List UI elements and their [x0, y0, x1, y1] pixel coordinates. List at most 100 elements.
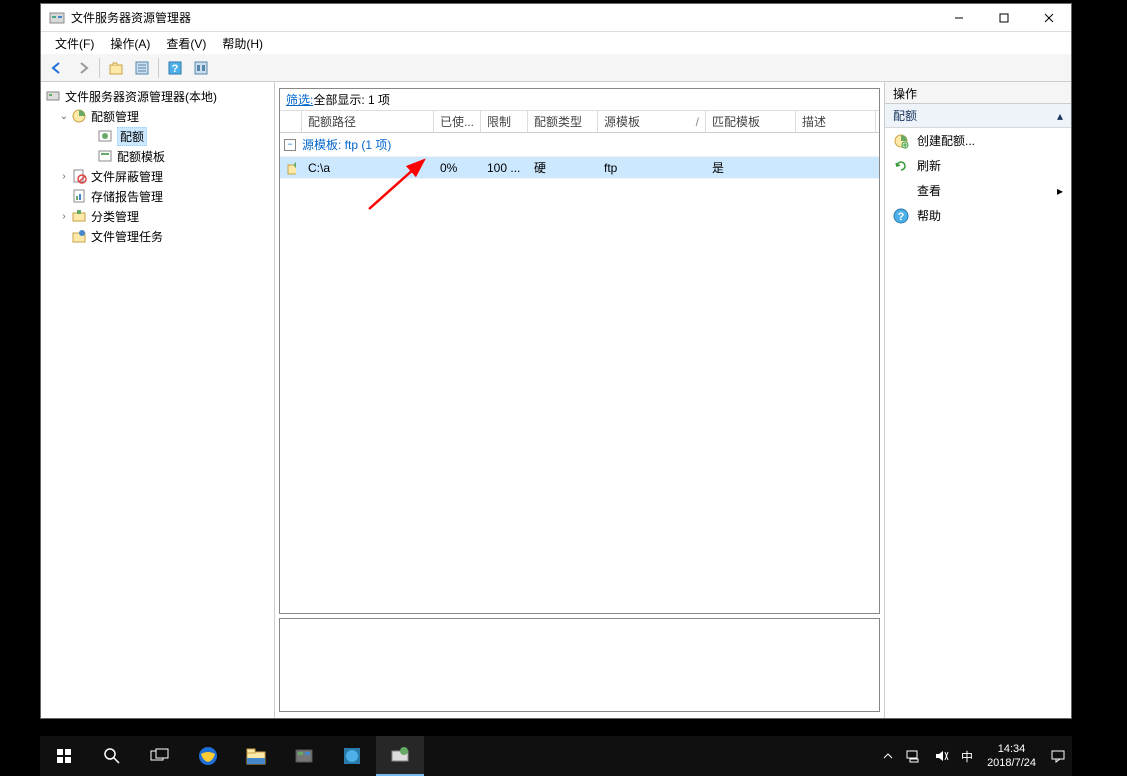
system-tray: 中 14:34 2018/7/24 — [877, 736, 1072, 776]
tree-root[interactable]: 文件服务器资源管理器(本地) — [43, 86, 272, 106]
tree-quota[interactable]: 配额 — [43, 126, 272, 146]
forward-button[interactable] — [71, 56, 95, 80]
menu-action[interactable]: 操作(A) — [102, 33, 158, 54]
body-area: 文件服务器资源管理器(本地) ⌄ 配额管理 配额 配额模板 › 文件屏蔽管理 — [41, 82, 1071, 718]
expander-open-icon[interactable]: ⌄ — [57, 109, 71, 123]
task-ie[interactable] — [184, 736, 232, 776]
tree-label: 分类管理 — [91, 208, 139, 225]
quota-mgmt-icon — [71, 108, 87, 124]
collapse-icon[interactable]: ▴ — [1057, 109, 1063, 123]
properties-button[interactable] — [130, 56, 154, 80]
row-icon — [280, 160, 302, 176]
tree-panel: 文件服务器资源管理器(本地) ⌄ 配额管理 配额 配额模板 › 文件屏蔽管理 — [41, 82, 275, 718]
taskview-button[interactable] — [136, 736, 184, 776]
column-source-template[interactable]: 源模板/ — [598, 111, 706, 132]
action-create-quota[interactable]: 创建配额... — [885, 128, 1071, 153]
maximize-button[interactable] — [981, 4, 1026, 32]
toolbar-separator — [158, 58, 159, 78]
search-button[interactable] — [88, 736, 136, 776]
task-iis[interactable] — [328, 736, 376, 776]
taskbar: 中 14:34 2018/7/24 — [40, 736, 1072, 776]
menu-help[interactable]: 帮助(H) — [214, 33, 271, 54]
column-used[interactable]: 已使... — [434, 111, 481, 132]
cell-path: C:\a — [302, 161, 434, 175]
tray-network-icon[interactable] — [899, 736, 927, 776]
tree-label: 文件管理任务 — [91, 228, 163, 245]
main-window: 文件服务器资源管理器 文件(F) 操作(A) 查看(V) 帮助(H) ? 文件服… — [40, 3, 1072, 719]
action-view[interactable]: 查看 ▸ — [885, 178, 1071, 203]
tray-time: 14:34 — [998, 742, 1026, 756]
file-screen-icon — [71, 168, 87, 184]
titlebar: 文件服务器资源管理器 — [41, 4, 1071, 32]
expander-closed-icon[interactable]: › — [57, 169, 71, 183]
group-label: 源模板: ftp (1 项) — [302, 136, 391, 153]
task-fsrm[interactable] — [376, 736, 424, 776]
detail-pane — [279, 618, 880, 712]
app-icon — [49, 10, 65, 26]
column-path[interactable]: 配额路径 — [302, 111, 434, 132]
tray-clock[interactable]: 14:34 2018/7/24 — [979, 742, 1044, 770]
column-match-template[interactable]: 匹配模板 — [706, 111, 796, 132]
column-type[interactable]: 配额类型 — [528, 111, 598, 132]
grid-header: 配额路径 已使... 限制 配额类型 源模板/ 匹配模板 描述 — [280, 111, 879, 133]
filter-text: 全部显示: 1 项 — [313, 91, 390, 108]
tray-overflow[interactable] — [877, 736, 899, 776]
tree-quota-mgmt[interactable]: ⌄ 配额管理 — [43, 106, 272, 126]
expander-closed-icon[interactable]: › — [57, 209, 71, 223]
cell-type: 硬 — [528, 159, 598, 176]
filter-row: 筛选: 全部显示: 1 项 — [280, 89, 879, 111]
column-icon[interactable] — [280, 111, 302, 132]
action-help[interactable]: ? 帮助 — [885, 203, 1071, 228]
reports-icon — [71, 188, 87, 204]
group-row[interactable]: − 源模板: ftp (1 项) — [280, 133, 879, 157]
close-button[interactable] — [1026, 4, 1071, 32]
actions-section-header[interactable]: 配额 ▴ — [885, 104, 1071, 128]
tray-date: 2018/7/24 — [987, 756, 1036, 770]
actions-header: 操作 — [885, 82, 1071, 104]
tree-label: 配额 — [117, 127, 147, 146]
tasks-icon — [71, 228, 87, 244]
table-row[interactable]: C:\a 0% 100 ... 硬 ftp 是 — [280, 157, 879, 179]
cell-limit: 100 ... — [481, 161, 528, 175]
task-explorer[interactable] — [232, 736, 280, 776]
task-server-manager[interactable] — [280, 736, 328, 776]
help-button[interactable]: ? — [163, 56, 187, 80]
grid-body[interactable]: − 源模板: ftp (1 项) C:\a 0% 100 ... 硬 ftp 是 — [280, 133, 879, 613]
minimize-button[interactable] — [936, 4, 981, 32]
refresh-icon — [893, 158, 909, 174]
up-button[interactable] — [104, 56, 128, 80]
window-title: 文件服务器资源管理器 — [71, 9, 936, 26]
server-icon — [45, 88, 61, 104]
action-refresh[interactable]: 刷新 — [885, 153, 1071, 178]
menu-view[interactable]: 查看(V) — [158, 33, 214, 54]
column-description[interactable]: 描述 — [796, 111, 876, 132]
tray-ime[interactable]: 中 — [955, 736, 979, 776]
tree-file-mgmt-tasks[interactable]: 文件管理任务 — [43, 226, 272, 246]
back-button[interactable] — [45, 56, 69, 80]
filter-link[interactable]: 筛选: — [286, 91, 313, 108]
tree-quota-template[interactable]: 配额模板 — [43, 146, 272, 166]
tray-notifications-icon[interactable] — [1044, 736, 1072, 776]
tree-label: 配额管理 — [91, 108, 139, 125]
start-button[interactable] — [40, 736, 88, 776]
action-label: 刷新 — [917, 157, 941, 174]
tray-volume-icon[interactable] — [927, 736, 955, 776]
grid-container: 筛选: 全部显示: 1 项 配额路径 已使... 限制 配额类型 源模板/ 匹配… — [279, 88, 880, 614]
menubar: 文件(F) 操作(A) 查看(V) 帮助(H) — [41, 32, 1071, 54]
menu-file[interactable]: 文件(F) — [47, 33, 102, 54]
tree-file-screen-mgmt[interactable]: › 文件屏蔽管理 — [43, 166, 272, 186]
actions-section-label: 配额 — [893, 107, 917, 124]
svg-text:?: ? — [172, 63, 179, 75]
blank-icon — [893, 183, 909, 199]
group-collapse-icon[interactable]: − — [284, 139, 296, 151]
help-icon: ? — [893, 208, 909, 224]
column-limit[interactable]: 限制 — [481, 111, 528, 132]
center-panel: 筛选: 全部显示: 1 项 配额路径 已使... 限制 配额类型 源模板/ 匹配… — [275, 82, 885, 718]
view-button[interactable] — [189, 56, 213, 80]
toolbar: ? — [41, 54, 1071, 82]
cell-used: 0% — [434, 161, 481, 175]
action-label: 帮助 — [917, 207, 941, 224]
tree-storage-reports[interactable]: 存储报告管理 — [43, 186, 272, 206]
tree-classification-mgmt[interactable]: › 分类管理 — [43, 206, 272, 226]
expander-blank — [57, 189, 71, 203]
